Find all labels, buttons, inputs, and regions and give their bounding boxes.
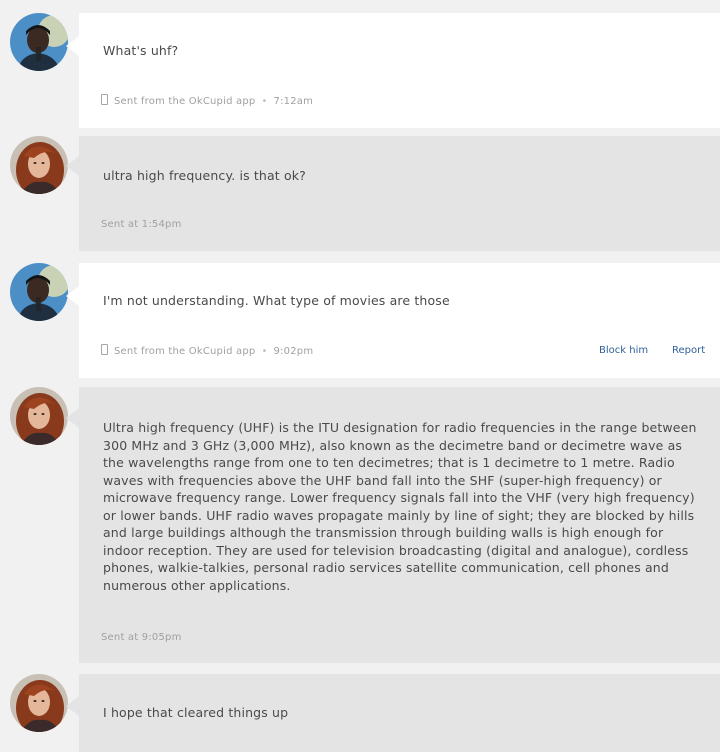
bubble-pointer: [66, 696, 79, 716]
message-text: ultra high frequency. is that ok?: [103, 168, 306, 183]
bubble-pointer: [66, 286, 79, 306]
phone-icon: [101, 94, 108, 105]
message-item: ultra high frequency. is that ok? Sent a…: [0, 128, 720, 256]
report-link[interactable]: Report: [672, 345, 705, 356]
sent-from-app-label: Sent from the OkCupid app: [114, 346, 256, 357]
sender-avatar-him[interactable]: [10, 13, 68, 71]
message-text: What's uhf?: [103, 43, 179, 58]
message-item: Ultra high frequency (UHF) is the ITU de…: [0, 384, 720, 668]
block-him-link[interactable]: Block him: [599, 345, 648, 356]
bubble-pointer: [66, 156, 79, 176]
message-thread: What's uhf? Sent from the OkCupid app • 7:…: [0, 0, 720, 752]
bubble-pointer: [66, 36, 79, 56]
meta-separator: •: [261, 96, 268, 107]
message-time: 7:12am: [273, 96, 314, 107]
message-item: What's uhf? Sent from the OkCupid app • 7:…: [0, 0, 720, 128]
sent-from-app-label: Sent from the OkCupid app: [114, 96, 256, 107]
phone-icon: [101, 344, 108, 355]
meta-separator: •: [261, 346, 268, 357]
message-time: 9:02pm: [273, 346, 314, 357]
message-bubble: What's uhf? Sent from the OkCupid app • 7:…: [79, 13, 720, 128]
message-meta: Sent from the OkCupid app • 9:02pm: [101, 344, 313, 357]
message-bubble: I hope that cleared things up: [79, 674, 720, 752]
message-text: Ultra high frequency (UHF) is the ITU de…: [103, 420, 697, 593]
sender-avatar-him[interactable]: [10, 263, 68, 321]
sender-avatar-her[interactable]: [10, 387, 68, 445]
message-text: I'm not understanding. What type of movi…: [103, 293, 450, 308]
message-meta: Sent from the OkCupid app • 7:12am: [101, 94, 313, 107]
message-text: I hope that cleared things up: [103, 705, 289, 720]
sender-avatar-her[interactable]: [10, 674, 68, 732]
message-bubble: Ultra high frequency (UHF) is the ITU de…: [79, 387, 720, 663]
message-bubble: I'm not understanding. What type of movi…: [79, 263, 720, 378]
message-meta: Sent at 1:54pm: [101, 219, 182, 230]
sender-avatar-her[interactable]: [10, 136, 68, 194]
message-meta: Sent at 9:05pm: [101, 632, 182, 643]
message-item: I hope that cleared things up: [0, 668, 720, 752]
message-item: I'm not understanding. What type of movi…: [0, 256, 720, 384]
message-bubble: ultra high frequency. is that ok? Sent a…: [79, 136, 720, 251]
bubble-pointer: [66, 408, 79, 428]
